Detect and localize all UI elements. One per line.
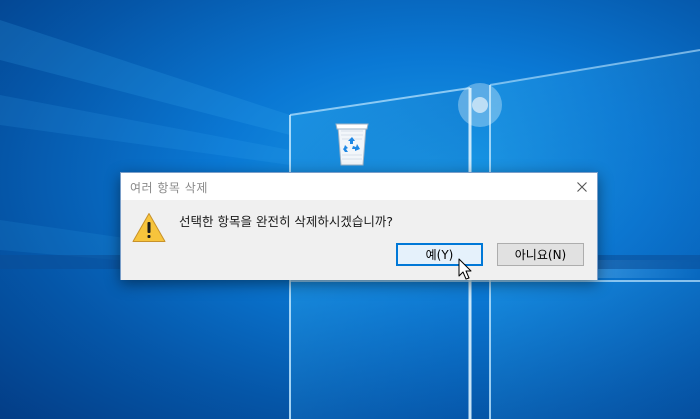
recycle-bin-icon[interactable] [332, 121, 372, 167]
mouse-cursor [458, 258, 472, 280]
dialog-body: 선택한 항목을 완전히 삭제하시겠습니까? 예(Y) 아니요(N) [121, 200, 597, 280]
warning-icon [132, 213, 166, 242]
close-icon [577, 181, 587, 192]
close-button[interactable] [567, 173, 597, 200]
dialog-title: 여러 항목 삭제 [130, 181, 208, 195]
desktop: 여러 항목 삭제 선택한 항목을 완전히 삭제하시겠습니까? 예(Y) 아니요(… [0, 0, 700, 419]
dialog-titlebar[interactable]: 여러 항목 삭제 [121, 173, 597, 200]
delete-confirm-dialog: 여러 항목 삭제 선택한 항목을 완전히 삭제하시겠습니까? 예(Y) 아니요(… [120, 172, 598, 280]
no-button[interactable]: 아니요(N) [497, 243, 584, 266]
dialog-message: 선택한 항목을 완전히 삭제하시겠습니까? [179, 214, 394, 229]
